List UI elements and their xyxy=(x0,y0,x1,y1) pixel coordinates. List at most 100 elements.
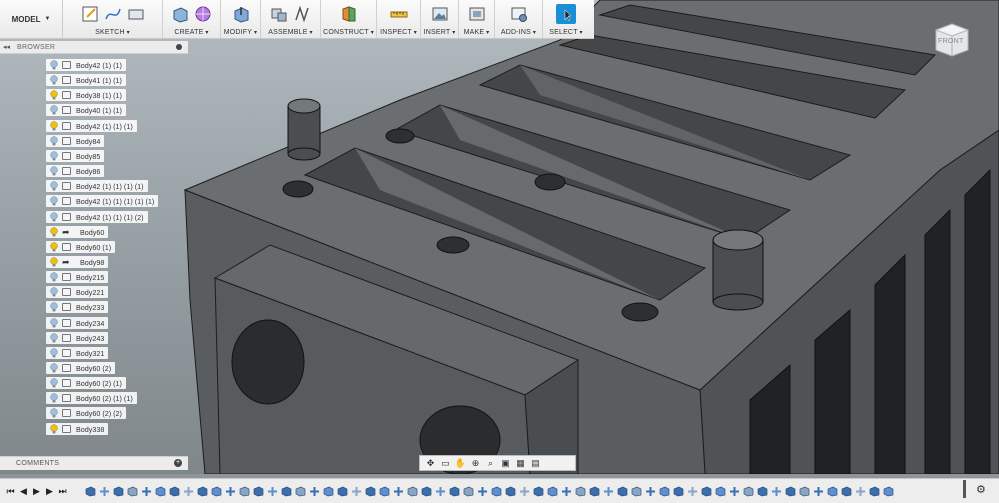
browser-tree-item[interactable]: ➦ Body60 xyxy=(46,226,109,238)
visibility-lightbulb-icon[interactable] xyxy=(49,227,58,237)
visibility-lightbulb-icon[interactable] xyxy=(49,287,58,297)
offset-plane-icon[interactable] xyxy=(339,4,359,24)
timeline-feature-icon[interactable] xyxy=(183,486,194,497)
create-sketch-icon[interactable] xyxy=(80,4,100,24)
visibility-lightbulb-icon[interactable] xyxy=(49,181,58,191)
browser-tree-item[interactable]: Body60 (2) (1) xyxy=(46,377,126,389)
browser-tree-item[interactable]: Body42 (1) (1) (1) (1) xyxy=(46,180,148,192)
visibility-lightbulb-icon[interactable] xyxy=(49,424,58,434)
timeline-feature-icon[interactable] xyxy=(561,486,572,497)
browser-tree-item[interactable]: Body221 xyxy=(46,286,109,298)
workspace-switcher[interactable]: MODEL ▼ xyxy=(0,0,63,38)
timeline-feature-icon[interactable] xyxy=(225,486,236,497)
timeline-feature-icon[interactable] xyxy=(631,486,642,497)
viewports-icon[interactable]: ▤ xyxy=(529,458,542,469)
timeline-feature-icon[interactable] xyxy=(617,486,628,497)
visibility-lightbulb-icon[interactable] xyxy=(49,242,58,252)
browser-tree-item[interactable]: Body38 (1) (1) xyxy=(46,89,126,101)
timeline-feature-icon[interactable] xyxy=(113,486,124,497)
browser-tree-item[interactable]: Body338 xyxy=(46,423,109,435)
timeline-feature-icon[interactable] xyxy=(407,486,418,497)
browser-tree-item[interactable]: Body60 (2) (1) (1) xyxy=(46,392,137,404)
timeline-feature-icon[interactable] xyxy=(323,486,334,497)
browser-tree-item[interactable]: Body60 (1) xyxy=(46,241,116,253)
toolbar-group-inspect[interactable]: INSPECT xyxy=(377,0,421,38)
timeline-feature-icon[interactable] xyxy=(477,486,488,497)
toolbar-group-modify[interactable]: MODIFY xyxy=(221,0,261,38)
timeline-feature-icon[interactable] xyxy=(393,486,404,497)
timeline-feature-icon[interactable] xyxy=(519,486,530,497)
visibility-lightbulb-icon[interactable] xyxy=(49,121,58,131)
browser-tree-item[interactable]: Body40 (1) (1) xyxy=(46,104,126,116)
visibility-lightbulb-icon[interactable] xyxy=(49,333,58,343)
timeline-feature-icon[interactable] xyxy=(435,486,446,497)
toolbar-group-assemble[interactable]: ASSEMBLE xyxy=(261,0,321,38)
new-component-icon[interactable] xyxy=(269,4,289,24)
toolbar-group-add-ins[interactable]: ADD-INS xyxy=(495,0,543,38)
timeline-feature-icon[interactable] xyxy=(813,486,824,497)
visibility-lightbulb-icon[interactable] xyxy=(49,393,58,403)
press-pull-icon[interactable] xyxy=(231,4,251,24)
display-settings-icon[interactable]: ▣ xyxy=(499,458,512,469)
timeline-feature-icon[interactable] xyxy=(169,486,180,497)
joint-icon[interactable] xyxy=(292,4,312,24)
collapse-panel-icon[interactable]: ◂◂ xyxy=(3,43,13,51)
timeline-feature-icon[interactable] xyxy=(673,486,684,497)
visibility-lightbulb-icon[interactable] xyxy=(49,257,58,267)
visibility-lightbulb-icon[interactable] xyxy=(49,408,58,418)
timeline-feature-icon[interactable] xyxy=(197,486,208,497)
timeline-feature-icon[interactable] xyxy=(211,486,222,497)
browser-tree-item[interactable]: Body234 xyxy=(46,317,109,329)
timeline-feature-icon[interactable] xyxy=(421,486,432,497)
browser-tree-item[interactable]: Body60 (2) (2) xyxy=(46,407,126,419)
timeline-feature-icon[interactable] xyxy=(743,486,754,497)
timeline-feature-icon[interactable] xyxy=(729,486,740,497)
visibility-lightbulb-icon[interactable] xyxy=(49,302,58,312)
visibility-lightbulb-icon[interactable] xyxy=(49,318,58,328)
timeline-feature-icon[interactable] xyxy=(659,486,670,497)
timeline-feature-icon[interactable] xyxy=(883,486,894,497)
visibility-lightbulb-icon[interactable] xyxy=(49,90,58,100)
browser-tree-item[interactable]: Body321 xyxy=(46,347,109,359)
timeline-feature-icon[interactable] xyxy=(239,486,250,497)
timeline-settings-icon[interactable]: ⚙ xyxy=(976,483,986,496)
browser-tree-item[interactable]: Body42 (1) (1) (1) xyxy=(46,120,137,132)
3d-viewport[interactable] xyxy=(0,0,999,474)
timeline-feature-icon[interactable] xyxy=(645,486,656,497)
timeline-feature-icon[interactable] xyxy=(799,486,810,497)
look-at-icon[interactable]: ▭ xyxy=(439,458,452,469)
timeline-feature-icon[interactable] xyxy=(827,486,838,497)
timeline-feature-icon[interactable] xyxy=(701,486,712,497)
browser-tree-item[interactable]: Body42 (1) (1) (1) (1) (1) xyxy=(46,195,159,207)
timeline-feature-icon[interactable] xyxy=(855,486,866,497)
timeline-feature-icon[interactable] xyxy=(575,486,586,497)
timeline-track[interactable] xyxy=(85,486,894,497)
browser-tree-item[interactable]: ➦ Body98 xyxy=(46,256,109,268)
visibility-lightbulb-icon[interactable] xyxy=(49,363,58,373)
browser-tree-item[interactable]: Body85 xyxy=(46,150,105,162)
timeline-feature-icon[interactable] xyxy=(869,486,880,497)
visibility-lightbulb-icon[interactable] xyxy=(49,196,58,206)
visibility-lightbulb-icon[interactable] xyxy=(49,60,58,70)
visibility-lightbulb-icon[interactable] xyxy=(49,75,58,85)
rectangle-icon[interactable] xyxy=(126,4,146,24)
browser-tree-item[interactable]: Body243 xyxy=(46,332,109,344)
visibility-lightbulb-icon[interactable] xyxy=(49,378,58,388)
timeline-feature-icon[interactable] xyxy=(309,486,320,497)
toolbar-group-make[interactable]: MAKE xyxy=(459,0,495,38)
timeline-feature-icon[interactable] xyxy=(491,486,502,497)
toolbar-group-sketch[interactable]: SKETCH xyxy=(63,0,163,38)
timeline-feature-icon[interactable] xyxy=(351,486,362,497)
visibility-lightbulb-icon[interactable] xyxy=(49,151,58,161)
browser-tree-item[interactable]: Body41 (1) (1) xyxy=(46,74,126,86)
play-icon[interactable]: ▶ xyxy=(30,485,43,498)
timeline-feature-icon[interactable] xyxy=(295,486,306,497)
fit-icon[interactable]: ⌕ xyxy=(484,458,497,469)
pan-icon[interactable]: ✋ xyxy=(454,458,467,469)
measure-icon[interactable] xyxy=(389,4,409,24)
grid-settings-icon[interactable]: ▦ xyxy=(514,458,527,469)
timeline-marker[interactable] xyxy=(963,480,966,498)
add-comment-icon[interactable]: + xyxy=(174,459,182,467)
timeline-feature-icon[interactable] xyxy=(757,486,768,497)
timeline-feature-icon[interactable] xyxy=(127,486,138,497)
